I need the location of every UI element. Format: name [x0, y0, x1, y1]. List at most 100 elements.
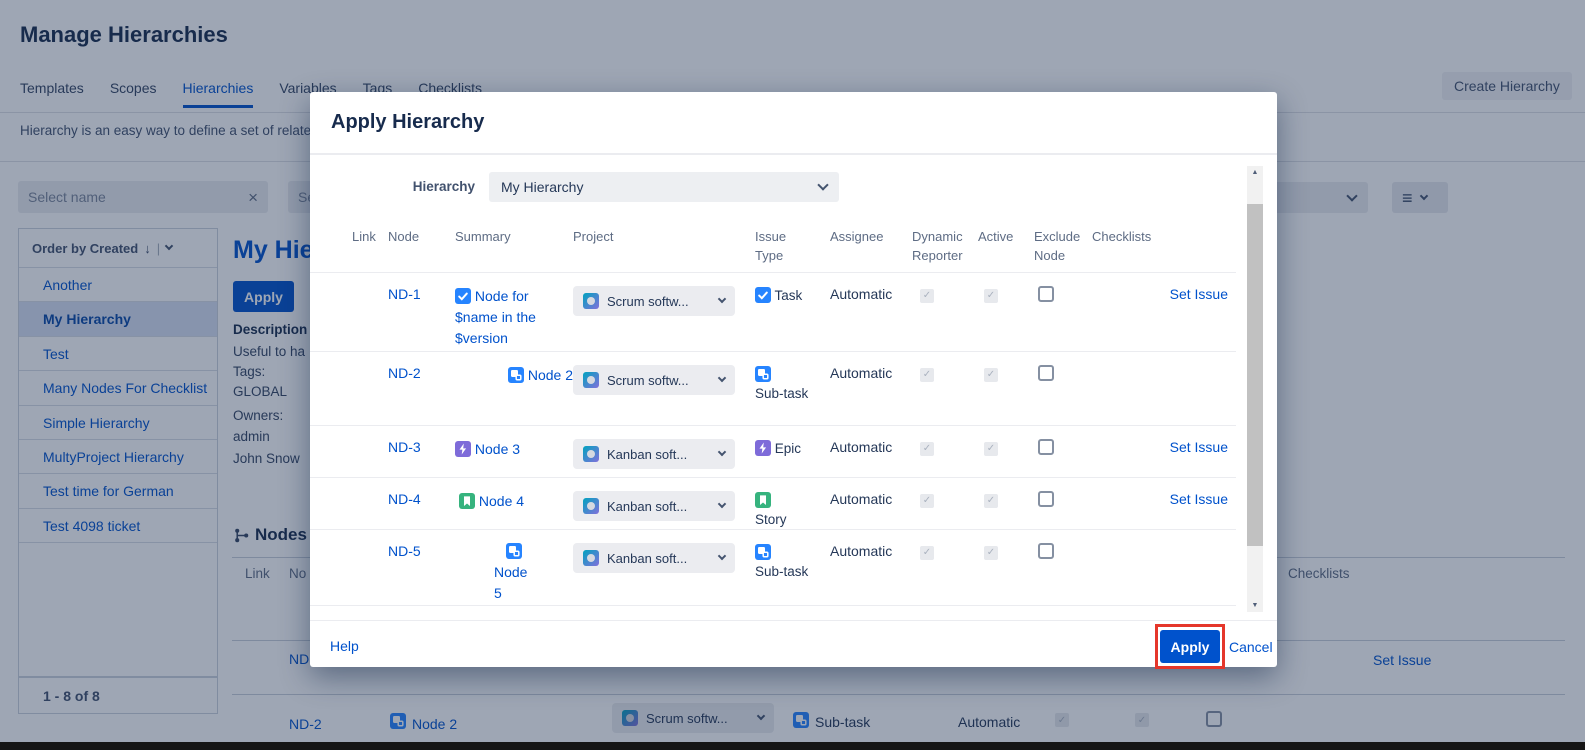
project-select-value: Kanban soft...	[607, 447, 711, 462]
project-avatar-icon	[583, 372, 599, 388]
summary-link[interactable]: Node 5	[494, 562, 534, 604]
divider	[310, 153, 1277, 155]
exclude-node-checkbox[interactable]	[1038, 439, 1054, 455]
node-link[interactable]: ND-2	[388, 365, 421, 381]
issue-type-cell: Task	[755, 286, 809, 305]
issue-type-label: Epic	[775, 441, 801, 456]
table-row: ND-5 Node 5 Kanban soft... Sub-task Auto…	[310, 529, 1236, 606]
issue-type-label: Sub-task	[755, 384, 809, 403]
chevron-down-icon	[718, 374, 726, 382]
subtask-icon	[755, 366, 771, 382]
story-icon	[459, 493, 475, 509]
set-issue-link[interactable]: Set Issue	[1170, 439, 1228, 455]
project-select[interactable]: Scrum softw...	[573, 286, 735, 316]
active-checkbox	[984, 368, 998, 382]
project-select[interactable]: Scrum softw...	[573, 365, 735, 395]
assignee-cell: Automatic	[830, 439, 904, 455]
column-node: Node	[388, 227, 446, 246]
exclude-node-checkbox[interactable]	[1038, 365, 1054, 381]
column-checklists: Checklists	[1092, 227, 1228, 246]
issue-type-label: Task	[775, 288, 803, 303]
exclude-node-checkbox[interactable]	[1038, 543, 1054, 559]
table-row: ND-4 Node 4 Kanban soft... Story Automat…	[310, 477, 1236, 529]
assignee-cell: Automatic	[830, 543, 904, 559]
column-summary: Summary	[455, 227, 573, 246]
project-select[interactable]: Kanban soft...	[573, 439, 735, 469]
project-select-value: Scrum softw...	[607, 294, 711, 309]
issue-type-cell: Sub-task	[755, 365, 809, 403]
dynamic-reporter-checkbox	[920, 546, 934, 560]
modal-cancel-link[interactable]: Cancel	[1229, 639, 1273, 655]
summary-link[interactable]: Node 2	[528, 367, 573, 383]
node-link[interactable]: ND-1	[388, 286, 421, 302]
dynamic-reporter-checkbox	[920, 494, 934, 508]
column-issue-type: Issue Type	[755, 227, 809, 265]
summary-cell: Node 4	[455, 491, 573, 512]
hierarchy-select[interactable]: My Hierarchy	[489, 172, 839, 202]
set-issue-link[interactable]: Set Issue	[1170, 491, 1228, 507]
summary-link[interactable]: Node 4	[479, 493, 524, 509]
project-avatar-icon	[583, 550, 599, 566]
column-project: Project	[573, 227, 755, 246]
assignee-cell: Automatic	[830, 491, 904, 507]
table-row: ND-1 Node for $name in the $version Scru…	[310, 272, 1236, 351]
subtask-icon	[755, 544, 771, 560]
story-icon	[755, 492, 771, 508]
node-link[interactable]: ND-3	[388, 439, 421, 455]
table-row: ND-2 Node 2 Scrum softw... Sub-task Auto…	[310, 351, 1236, 425]
help-link[interactable]: Help	[330, 638, 359, 654]
project-avatar-icon	[583, 293, 599, 309]
assignee-cell: Automatic	[830, 286, 904, 302]
dynamic-reporter-checkbox	[920, 289, 934, 303]
active-checkbox	[984, 546, 998, 560]
node-link[interactable]: ND-5	[388, 543, 421, 559]
chevron-down-icon	[718, 448, 726, 456]
exclude-node-checkbox[interactable]	[1038, 286, 1054, 302]
modal-table-header: Link Node Summary Project Issue Type Ass…	[310, 227, 1236, 272]
project-select-value: Kanban soft...	[607, 499, 711, 514]
summary-cell: Node 5	[455, 543, 573, 604]
dynamic-reporter-checkbox	[920, 442, 934, 456]
epic-icon	[755, 440, 771, 456]
column-assignee: Assignee	[830, 227, 904, 246]
issue-type-cell: Story	[755, 491, 809, 529]
active-checkbox	[984, 442, 998, 456]
project-select[interactable]: Kanban soft...	[573, 543, 735, 573]
table-row: ND-3 Node 3 Kanban soft... Epic Automati…	[310, 425, 1236, 477]
issue-type-cell: Epic	[755, 439, 809, 458]
apply-hierarchy-modal: Apply Hierarchy Hierarchy My Hierarchy L…	[310, 92, 1277, 667]
project-select[interactable]: Kanban soft...	[573, 491, 735, 521]
subtask-icon	[508, 367, 524, 383]
subtask-icon	[506, 543, 522, 559]
active-checkbox	[984, 289, 998, 303]
summary-cell: Node for $name in the $version	[455, 286, 573, 349]
summary-link[interactable]: Node 3	[475, 441, 520, 457]
chevron-down-icon	[718, 295, 726, 303]
column-exclude-node: Exclude Node	[1034, 227, 1092, 265]
scroll-down-icon[interactable]: ▼	[1247, 602, 1263, 609]
hierarchy-select-label: Hierarchy	[350, 179, 475, 194]
manage-hierarchies-screen: Manage Hierarchies Templates Scopes Hier…	[0, 0, 1585, 750]
active-checkbox	[984, 494, 998, 508]
task-icon	[455, 288, 471, 304]
chevron-down-icon	[718, 500, 726, 508]
exclude-node-checkbox[interactable]	[1038, 491, 1054, 507]
chevron-down-icon	[718, 552, 726, 560]
project-select-value: Scrum softw...	[607, 373, 711, 388]
column-dynamic-reporter: Dynamic Reporter	[912, 227, 972, 265]
modal-title: Apply Hierarchy	[331, 111, 484, 134]
modal-apply-button[interactable]: Apply	[1160, 630, 1220, 663]
node-link[interactable]: ND-4	[388, 491, 421, 507]
assignee-cell: Automatic	[830, 365, 904, 381]
issue-type-cell: Sub-task	[755, 543, 809, 581]
scrollbar-thumb[interactable]	[1247, 204, 1263, 546]
project-avatar-icon	[583, 498, 599, 514]
divider	[310, 620, 1277, 621]
set-issue-link[interactable]: Set Issue	[1170, 286, 1228, 302]
modal-scrollbar[interactable]: ▲ ▼	[1247, 166, 1263, 612]
bottom-edge-bar	[0, 742, 1585, 750]
issue-type-label: Sub-task	[755, 562, 809, 581]
epic-icon	[455, 441, 471, 457]
scroll-up-icon[interactable]: ▲	[1247, 169, 1263, 176]
chevron-down-icon	[817, 179, 828, 190]
